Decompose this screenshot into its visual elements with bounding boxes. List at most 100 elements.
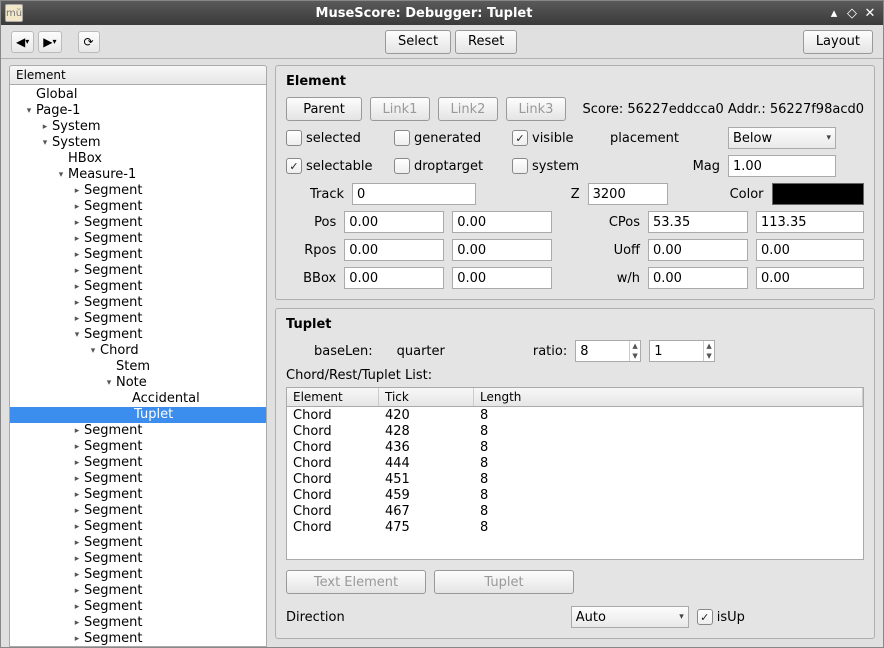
expand-open-icon[interactable]: ▾ xyxy=(38,135,52,151)
list-row[interactable]: Chord4518 xyxy=(287,471,863,487)
tree-item[interactable]: ▾Note xyxy=(10,375,266,391)
tree-item[interactable]: ▾Segment xyxy=(10,327,266,343)
tree-item[interactable]: HBox xyxy=(10,151,266,167)
tree-item[interactable]: ▸Segment xyxy=(10,231,266,247)
tree-item[interactable]: ▸Segment xyxy=(10,295,266,311)
tree-item[interactable]: Global xyxy=(10,87,266,103)
expand-closed-icon[interactable]: ▸ xyxy=(70,567,84,583)
back-button[interactable]: ◀▾ xyxy=(11,31,34,53)
list-row[interactable]: Chord4288 xyxy=(287,423,863,439)
expand-closed-icon[interactable]: ▸ xyxy=(70,215,84,231)
expand-closed-icon[interactable]: ▸ xyxy=(70,551,84,567)
track-input[interactable] xyxy=(352,183,476,205)
select-button[interactable]: Select xyxy=(385,30,451,54)
expand-closed-icon[interactable]: ▸ xyxy=(38,119,52,135)
selectable-check[interactable]: ✓ selectable xyxy=(286,158,386,174)
expand-closed-icon[interactable]: ▸ xyxy=(70,519,84,535)
tree-item[interactable]: ▾Page-1 xyxy=(10,103,266,119)
tree-item[interactable]: ▸Segment xyxy=(10,423,266,439)
placement-select[interactable]: Below▾ xyxy=(728,127,836,149)
expand-closed-icon[interactable]: ▸ xyxy=(70,535,84,551)
tree-item[interactable]: ▸Segment xyxy=(10,535,266,551)
tree-item[interactable]: ▸Segment xyxy=(10,215,266,231)
tree-item[interactable]: ▸Segment xyxy=(10,487,266,503)
tree-item[interactable]: ▸System xyxy=(10,119,266,135)
maximize-icon[interactable]: ◇ xyxy=(843,5,861,21)
tree-item[interactable]: ▸Segment xyxy=(10,551,266,567)
tree-item[interactable]: ▸Segment xyxy=(10,455,266,471)
tree-item[interactable]: ▾Measure-1 xyxy=(10,167,266,183)
pos-y-input[interactable] xyxy=(452,211,552,233)
expand-open-icon[interactable]: ▾ xyxy=(70,327,84,343)
layout-button[interactable]: Layout xyxy=(803,30,873,54)
chevron-up-icon[interactable]: ▲ xyxy=(704,341,714,351)
generated-check[interactable]: generated xyxy=(394,130,504,146)
element-tree[interactable]: Global▾Page-1▸System▾SystemHBox▾Measure-… xyxy=(9,85,267,647)
list-row[interactable]: Chord4758 xyxy=(287,519,863,535)
expand-closed-icon[interactable]: ▸ xyxy=(70,279,84,295)
cpos-y-input[interactable] xyxy=(756,211,864,233)
expand-closed-icon[interactable]: ▸ xyxy=(70,263,84,279)
expand-closed-icon[interactable]: ▸ xyxy=(70,599,84,615)
droptarget-check[interactable]: droptarget xyxy=(394,158,504,174)
list-row[interactable]: Chord4368 xyxy=(287,439,863,455)
tree-item[interactable]: ▾Chord xyxy=(10,343,266,359)
text-element-button[interactable]: Text Element xyxy=(286,570,426,594)
tree-item[interactable]: ▸Segment xyxy=(10,503,266,519)
chevron-down-icon[interactable]: ▼ xyxy=(630,351,640,361)
tree-item[interactable]: ▸Segment xyxy=(10,247,266,263)
expand-open-icon[interactable]: ▾ xyxy=(86,343,100,359)
list-row[interactable]: Chord4208 xyxy=(287,407,863,423)
rpos-y-input[interactable] xyxy=(452,239,552,261)
isup-check[interactable]: ✓ isUp xyxy=(697,609,745,625)
list-row[interactable]: Chord4678 xyxy=(287,503,863,519)
reset-button[interactable]: Reset xyxy=(455,30,517,54)
tuplet-list[interactable]: Chord4208Chord4288Chord4368Chord4448Chor… xyxy=(286,407,864,560)
expand-open-icon[interactable]: ▾ xyxy=(54,167,68,183)
uoff-y-input[interactable] xyxy=(756,239,864,261)
link2-button[interactable]: Link2 xyxy=(438,97,498,121)
expand-closed-icon[interactable]: ▸ xyxy=(70,311,84,327)
system-check[interactable]: system xyxy=(512,158,602,174)
tree-item[interactable]: ▾System xyxy=(10,135,266,151)
color-swatch[interactable] xyxy=(772,183,864,205)
expand-closed-icon[interactable]: ▸ xyxy=(70,455,84,471)
cpos-x-input[interactable] xyxy=(648,211,748,233)
z-input[interactable] xyxy=(588,183,668,205)
close-icon[interactable]: ✕ xyxy=(861,5,879,21)
expand-closed-icon[interactable]: ▸ xyxy=(70,471,84,487)
tree-item[interactable]: ▸Segment xyxy=(10,631,266,647)
tree-item[interactable]: ▸Segment xyxy=(10,519,266,535)
tuplet-button[interactable]: Tuplet xyxy=(434,570,574,594)
bbox-y-input[interactable] xyxy=(452,267,552,289)
selected-check[interactable]: selected xyxy=(286,130,386,146)
tree-item[interactable]: Stem xyxy=(10,359,266,375)
pos-x-input[interactable] xyxy=(344,211,444,233)
expand-closed-icon[interactable]: ▸ xyxy=(70,199,84,215)
chevron-up-icon[interactable]: ▲ xyxy=(630,341,640,351)
tree-item[interactable]: ▸Segment xyxy=(10,279,266,295)
chevron-down-icon[interactable]: ▼ xyxy=(704,351,714,361)
expand-closed-icon[interactable]: ▸ xyxy=(70,615,84,631)
refresh-button[interactable]: ⟳ xyxy=(78,31,100,53)
col-tick[interactable]: Tick xyxy=(379,388,474,406)
list-row[interactable]: Chord4448 xyxy=(287,455,863,471)
expand-closed-icon[interactable]: ▸ xyxy=(70,423,84,439)
visible-check[interactable]: ✓ visible xyxy=(512,130,602,146)
expand-closed-icon[interactable]: ▸ xyxy=(70,247,84,263)
rpos-x-input[interactable] xyxy=(344,239,444,261)
expand-closed-icon[interactable]: ▸ xyxy=(70,631,84,647)
tree-item[interactable]: ▸Segment xyxy=(10,199,266,215)
expand-closed-icon[interactable]: ▸ xyxy=(70,583,84,599)
ratio-b-spin[interactable]: ▲▼ xyxy=(649,340,715,362)
tree-header[interactable]: Element xyxy=(9,65,267,85)
expand-closed-icon[interactable]: ▸ xyxy=(70,295,84,311)
link3-button[interactable]: Link3 xyxy=(506,97,566,121)
expand-closed-icon[interactable]: ▸ xyxy=(70,439,84,455)
tree-item[interactable]: ▸Segment xyxy=(10,263,266,279)
col-element[interactable]: Element xyxy=(287,388,379,406)
expand-closed-icon[interactable]: ▸ xyxy=(70,183,84,199)
parent-button[interactable]: Parent xyxy=(286,97,362,121)
expand-open-icon[interactable]: ▾ xyxy=(22,103,36,119)
mag-input[interactable] xyxy=(728,155,836,177)
